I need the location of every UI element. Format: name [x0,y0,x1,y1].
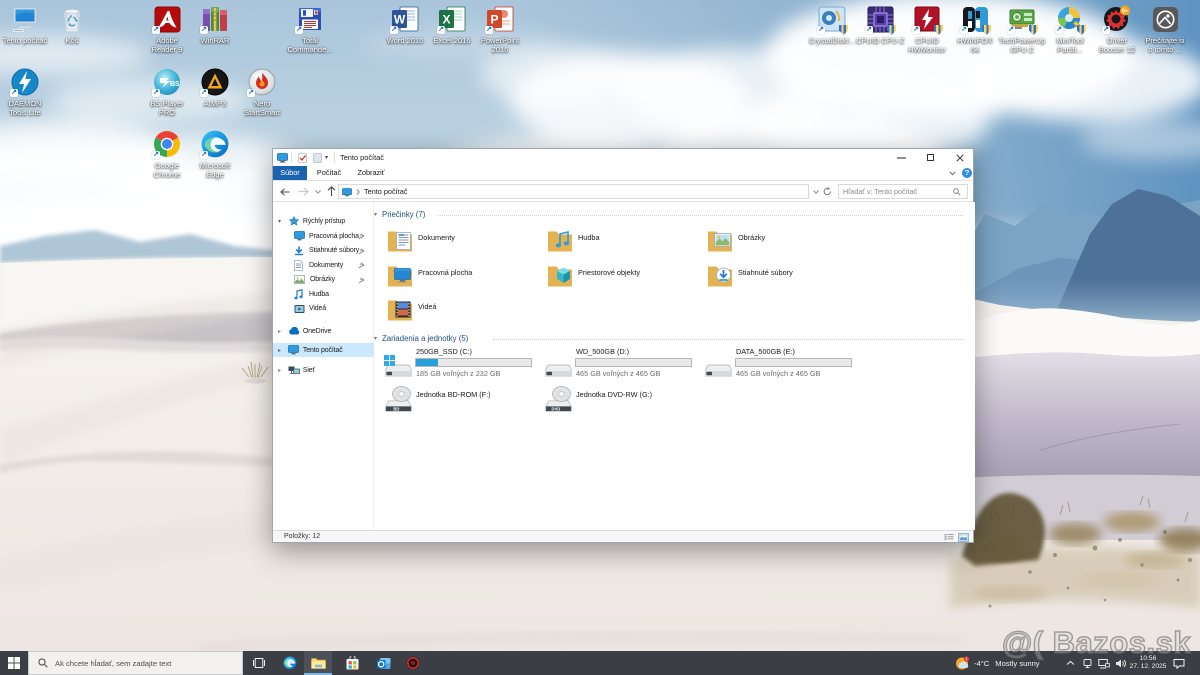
svg-text:W: W [394,13,406,27]
svg-text:BS: BS [170,81,180,88]
svg-text:X: X [442,13,450,27]
svg-text:DVD: DVD [552,406,561,411]
svg-text:9+: 9+ [1122,9,1128,15]
svg-text:BD: BD [393,406,399,411]
svg-text:P: P [490,13,498,27]
